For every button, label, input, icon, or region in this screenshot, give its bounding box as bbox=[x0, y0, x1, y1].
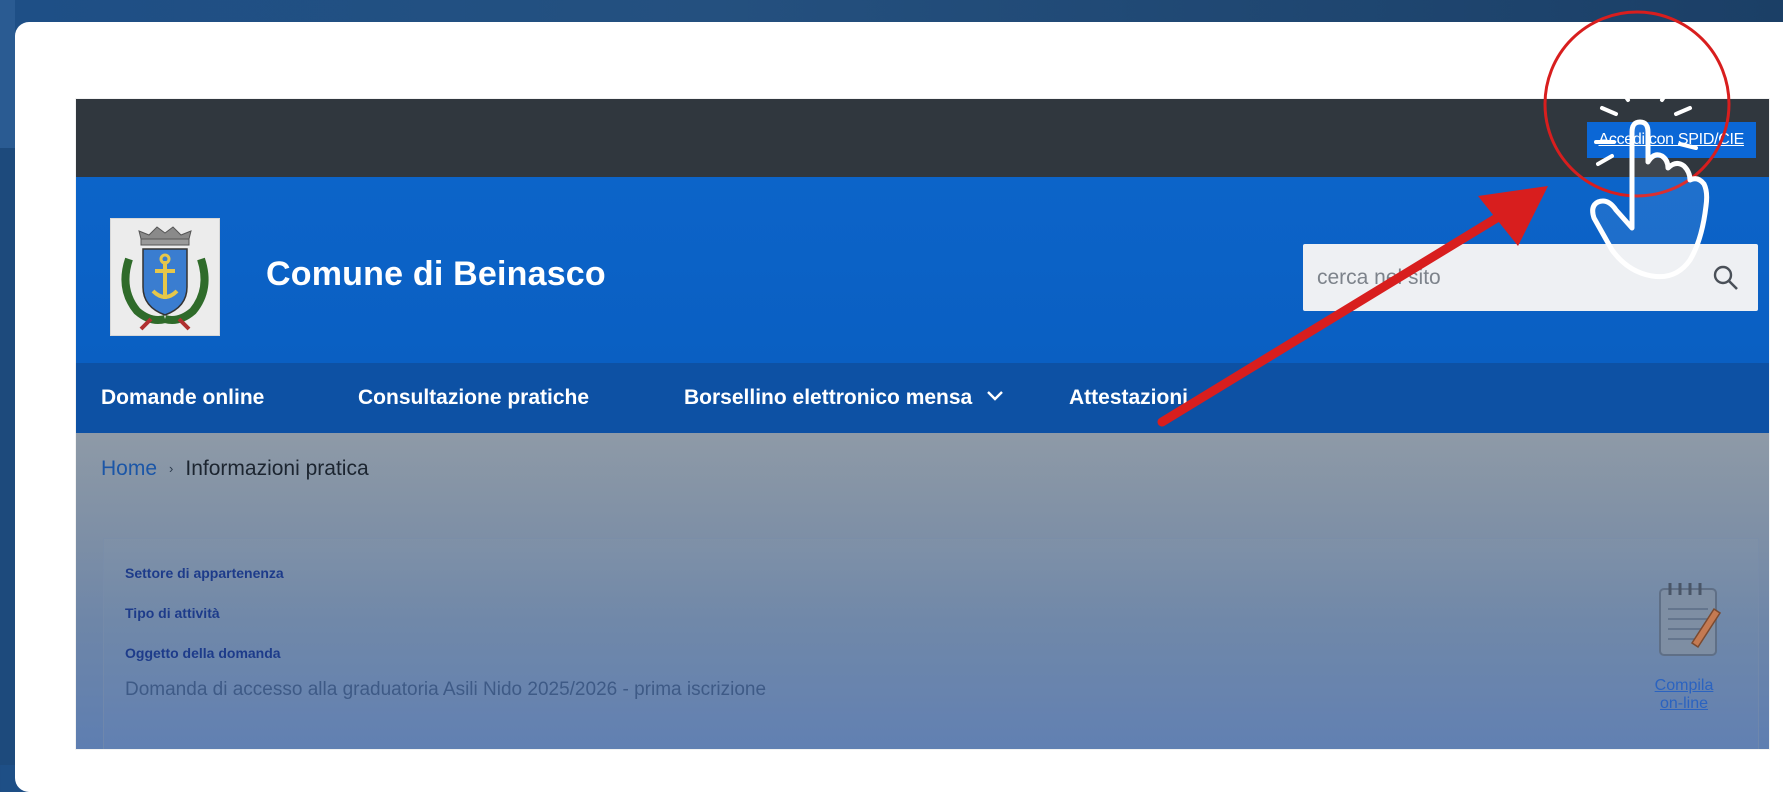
breadcrumb: Home › Informazioni pratica bbox=[101, 457, 369, 481]
nav-item-domande-online[interactable]: Domande online bbox=[101, 363, 264, 433]
compila-line-2: on-line bbox=[1659, 695, 1709, 712]
website-frame: Accedi con SPID/CIE Comune di Beinasco c… bbox=[76, 99, 1769, 749]
nav-item-borsellino-elettronico-mensa[interactable]: Borsellino elettronico mensa bbox=[684, 363, 1004, 433]
activity-label: Tipo di attività bbox=[125, 605, 220, 621]
breadcrumb-current: Informazioni pratica bbox=[185, 457, 369, 480]
search-input[interactable] bbox=[1303, 244, 1683, 311]
top-bar: Accedi con SPID/CIE bbox=[76, 99, 1769, 177]
breadcrumb-home-link[interactable]: Home bbox=[101, 457, 157, 480]
compila-online-link[interactable]: Compila on-line bbox=[1644, 677, 1724, 713]
application-details-card: Settore di appartenenza Tipo di attività… bbox=[103, 538, 1759, 749]
coat-of-arms-logo[interactable] bbox=[110, 218, 220, 336]
nav-item-label: Domande online bbox=[101, 386, 265, 409]
screenshot-card: Accedi con SPID/CIE Comune di Beinasco c… bbox=[15, 22, 1783, 792]
nav-item-attestazioni[interactable]: Attestazioni bbox=[1069, 363, 1188, 433]
subject-value: Domanda di accesso alla graduatoria Asil… bbox=[125, 679, 767, 700]
notepad-pencil-icon[interactable] bbox=[1654, 579, 1724, 659]
nav-item-label: Attestazioni bbox=[1069, 386, 1189, 409]
main-navigation: Domande online Consultazione pratiche Bo… bbox=[76, 363, 1769, 433]
sector-label: Settore di appartenenza bbox=[125, 565, 284, 581]
nav-item-label: Consultazione pratiche bbox=[358, 386, 590, 409]
nav-item-label: Borsellino elettronico mensa bbox=[684, 386, 973, 409]
site-header: Comune di Beinasco bbox=[76, 177, 1769, 363]
search-icon[interactable] bbox=[1712, 264, 1740, 292]
search-box bbox=[1303, 244, 1758, 311]
background-strip-top bbox=[0, 0, 15, 148]
chevron-down-icon bbox=[987, 391, 1003, 402]
nav-item-consultazione-pratiche[interactable]: Consultazione pratiche bbox=[358, 363, 589, 433]
spid-cie-login-link[interactable]: Accedi con SPID/CIE bbox=[1586, 122, 1756, 158]
content-area: Home › Informazioni pratica Settore di app… bbox=[76, 433, 1769, 749]
breadcrumb-separator: › bbox=[169, 461, 174, 476]
subject-label: Oggetto della domanda bbox=[125, 645, 281, 661]
compila-line-1: Compila bbox=[1654, 677, 1714, 694]
site-title[interactable]: Comune di Beinasco bbox=[266, 255, 606, 294]
background-strip bbox=[0, 148, 15, 765]
